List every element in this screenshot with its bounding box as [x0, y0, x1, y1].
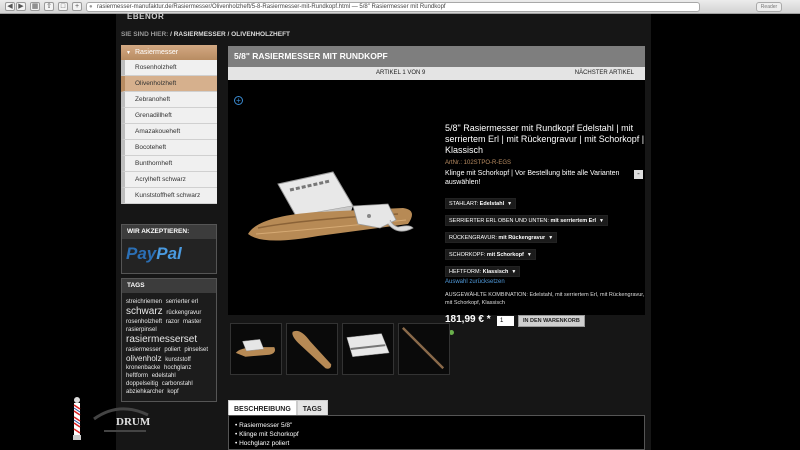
sidebar-item-grenadillheft[interactable]: Grenadillheft: [121, 108, 217, 124]
watermark-logo: DRUM: [84, 395, 154, 443]
back-button[interactable]: ◀: [5, 2, 15, 11]
description-panel: • Rasiermesser 5/8" • Klinge mit Schorko…: [228, 415, 645, 450]
breadcrumb: SIE SIND HIER: / RASIERMESSER / OLIVENHO…: [121, 31, 290, 38]
tag-link[interactable]: olivenholz: [126, 354, 162, 363]
option-value: Edelstahl: [479, 201, 505, 207]
chevron-down-icon: ▼: [599, 218, 604, 224]
tag-link[interactable]: doppelseitig: [126, 381, 158, 387]
chevron-down-icon: ▼: [526, 252, 532, 258]
product-detail: + - 5/8" Rasiermesser mit Rundkopf Edels…: [228, 80, 645, 335]
option-value: mit Rückengravur: [498, 235, 546, 241]
chevron-down-icon: ▼: [126, 50, 131, 56]
payment-title: WIR AKZEPTIEREN:: [122, 225, 216, 239]
product-image[interactable]: [238, 124, 443, 264]
option-value: mit Schorkopf: [486, 252, 524, 258]
tag-link[interactable]: rasiermesserset: [126, 334, 197, 345]
tag-link[interactable]: serrierter erl: [166, 299, 198, 305]
description-bullet: • Hochglanz poliert: [235, 440, 290, 447]
option-value: mit serriertem Erl: [550, 218, 597, 224]
sidebar-item-bunthornheft[interactable]: Bunthornheft: [121, 156, 217, 172]
category-sidebar: ▼ Rasiermesser Rosenholzheft Olivenholzhe…: [121, 45, 217, 402]
option-stahlart[interactable]: STAHLART: Edelstahl ▼: [445, 192, 645, 209]
tag-link[interactable]: streichriemen: [126, 299, 162, 305]
tag-link[interactable]: pinselset: [184, 347, 208, 353]
sidebar-header-label: Rasiermesser: [134, 49, 179, 56]
payment-box: WIR AKZEPTIEREN: PayPal: [121, 224, 217, 274]
thumbnail-3[interactable]: [342, 323, 394, 375]
tag-link[interactable]: master: [183, 319, 201, 325]
page-icon: ●: [89, 4, 93, 10]
product-title-bar: 5/8" RASIERMESSER MIT RUNDKOPF: [228, 46, 645, 67]
thumbnail-4[interactable]: [398, 323, 450, 375]
zoom-icon[interactable]: +: [234, 96, 243, 105]
chevron-down-icon: ▼: [507, 201, 513, 207]
tag-link[interactable]: razor: [166, 319, 180, 325]
sidebar-category-header[interactable]: ▼ Rasiermesser: [121, 45, 217, 60]
tag-link[interactable]: rosenholzheft: [126, 319, 162, 325]
article-navigation: ARTIKEL 1 VON 9 NÄCHSTER ARTIKEL: [228, 67, 645, 80]
product-tabs: BESCHREIBUNG TAGS: [228, 398, 328, 417]
sidebar-item-amazakoueheft[interactable]: Amazakoueheft: [121, 124, 217, 140]
tag-link[interactable]: hochglanz: [164, 365, 191, 371]
tabs-button[interactable]: □: [58, 2, 68, 11]
description-bullet: • Rasiermesser 5/8": [235, 422, 293, 429]
option-rueckengravur[interactable]: RÜCKENGRAVUR: mit Rückengravur ▼: [445, 226, 645, 243]
option-value: Klassisch: [482, 269, 509, 275]
tag-cloud-box: TAGS streichriemen serrierter erl schwar…: [121, 278, 217, 402]
product-description: Klinge mit Schorkopf | Vor Bestellung bi…: [445, 170, 620, 186]
description-bullet: • Klinge mit Schorkopf: [235, 431, 299, 438]
address-bar[interactable]: ● rasiermesser-manufaktur.de/Rasiermesse…: [86, 2, 700, 12]
chevron-down-icon: ▼: [511, 269, 517, 275]
tag-link[interactable]: kronenbacke: [126, 365, 160, 371]
sidebar-toggle-button[interactable]: ▦: [30, 2, 40, 11]
tag-cloud: streichriemen serrierter erl schwarz rüc…: [122, 293, 216, 401]
sidebar-item-kunststoffheft-schwarz[interactable]: Kunststoffheft schwarz: [121, 188, 217, 204]
breadcrumb-label: SIE SIND HIER:: [121, 31, 169, 38]
sidebar-item-olivenholzheft[interactable]: Olivenholzheft: [121, 76, 217, 92]
tag-link[interactable]: rasierpinsel: [126, 327, 157, 333]
product-main: 5/8" RASIERMESSER MIT RUNDKOPF ARTIKEL 1…: [228, 46, 645, 335]
tag-link[interactable]: poliert: [164, 347, 180, 353]
brand-logo-fragment[interactable]: EBENOR: [127, 12, 164, 21]
thumbnail-strip: [228, 321, 645, 376]
tag-link[interactable]: kunststoff: [165, 357, 191, 363]
breadcrumb-path[interactable]: / RASIERMESSER / OLIVENHOLZHEFT: [170, 31, 290, 38]
article-number: ArtNr.: 102STPO-R-EGS: [445, 160, 512, 166]
article-counter: ARTIKEL 1 VON 9: [376, 70, 426, 76]
tag-link[interactable]: carbonstahl: [162, 381, 193, 387]
svg-text:DRUM: DRUM: [116, 416, 151, 428]
sidebar-item-acrylheft-schwarz[interactable]: Acrylheft schwarz: [121, 172, 217, 188]
sidebar-item-rosenholzheft[interactable]: Rosenholzheft: [121, 60, 217, 76]
url-text: rasiermesser-manufaktur.de/Rasiermesser/…: [97, 4, 446, 10]
barber-pole-icon: [73, 397, 81, 440]
product-name: 5/8" Rasiermesser mit Rundkopf Edelstahl…: [445, 123, 645, 155]
browser-toolbar: ◀ ▶ ▦ ⇧ □ + ● rasiermesser-manufaktur.de…: [0, 0, 800, 14]
option-serrierter-erl[interactable]: SERRIERTER ERL OBEN UND UNTEN: mit serri…: [445, 209, 645, 226]
sidebar-item-bocoteheft[interactable]: Bocoteheft: [121, 140, 217, 156]
tag-link[interactable]: schwarz: [126, 306, 163, 317]
option-heftform[interactable]: HEFTFORM: Klassisch ▼: [445, 260, 645, 277]
tag-link[interactable]: rückengravur: [166, 310, 201, 316]
tag-link[interactable]: rasiermesser: [126, 347, 161, 353]
paypal-logo: PayPal: [122, 239, 216, 273]
tag-link[interactable]: edelstahl: [152, 373, 176, 379]
add-tab-button[interactable]: +: [72, 2, 82, 11]
selected-combination: AUSGEWÄHLTE KOMBINATION: Edelstahl, mit …: [445, 292, 645, 306]
thumbnail-1[interactable]: [230, 323, 282, 375]
thumbnail-2[interactable]: [286, 323, 338, 375]
forward-button[interactable]: ▶: [16, 2, 26, 11]
chevron-down-icon: ▼: [548, 235, 554, 241]
share-icon[interactable]: ⇧: [44, 2, 54, 11]
reset-selection-link[interactable]: Auswahl zurücksetzen: [445, 279, 645, 285]
tags-title: TAGS: [122, 279, 216, 293]
next-article-link[interactable]: NÄCHSTER ARTIKEL: [575, 67, 634, 80]
tag-link[interactable]: kopf: [167, 389, 178, 395]
reader-button[interactable]: Reader: [756, 2, 782, 12]
option-schorkopf[interactable]: SCHORKOPF: mit Schorkopf ▼: [445, 243, 645, 260]
sidebar-item-zebranoheft[interactable]: Zebranoheft: [121, 92, 217, 108]
product-info: 5/8" Rasiermesser mit Rundkopf Edelstahl…: [445, 123, 645, 328]
tag-link[interactable]: heftform: [126, 373, 148, 379]
